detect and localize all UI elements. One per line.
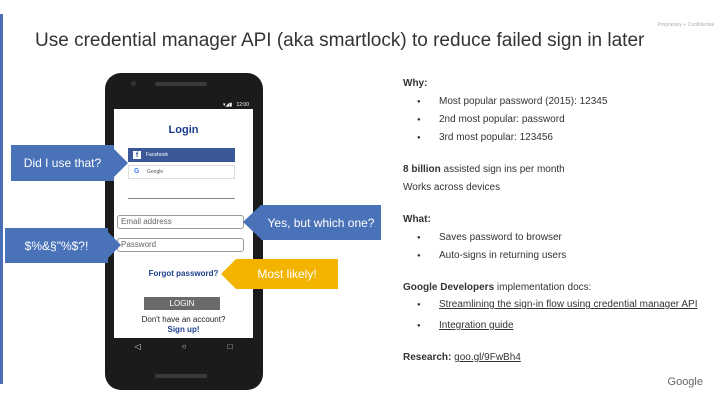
list-item: Auto-signs in returning users bbox=[403, 247, 713, 265]
phone-bottom-speaker bbox=[155, 374, 207, 378]
no-account-text: Don't have an account? bbox=[141, 315, 226, 324]
callout-did-i-use-text: Did I use that? bbox=[23, 156, 102, 170]
android-nav-bar: ◁ ○ □ bbox=[114, 338, 253, 354]
callout-most-likely: Most likely! bbox=[221, 259, 338, 289]
docs-list: Streamlining the sign-in flow using cred… bbox=[403, 297, 713, 335]
what-list: Saves password to browser Auto-signs in … bbox=[403, 229, 713, 265]
back-icon[interactable]: ◁ bbox=[135, 342, 141, 351]
password-field[interactable]: Password bbox=[117, 238, 244, 252]
facebook-icon: f bbox=[133, 151, 141, 159]
list-item: Saves password to browser bbox=[403, 229, 713, 247]
callout-most-likely-text: Most likely! bbox=[257, 267, 317, 281]
status-icons: ▾◢▮ bbox=[222, 102, 233, 108]
login-button[interactable]: LOGIN bbox=[144, 297, 220, 310]
why-heading: Why: bbox=[403, 78, 428, 89]
phone-camera bbox=[131, 81, 136, 86]
confidential-label: Proprietary + Confidential bbox=[657, 22, 714, 28]
list-item: 3rd most popular: 123456 bbox=[403, 129, 713, 147]
notes-column: Why: Most popular password (2015): 12345… bbox=[403, 75, 713, 367]
callout-garbled: $%&§"%$?! bbox=[5, 228, 121, 263]
list-item: Streamlining the sign-in flow using cred… bbox=[403, 297, 713, 313]
callout-garbled-text: $%&§"%$?! bbox=[24, 238, 89, 253]
left-accent-rule bbox=[0, 14, 3, 384]
signup-link[interactable]: Sign up! bbox=[114, 325, 253, 334]
home-icon[interactable]: ○ bbox=[182, 342, 187, 351]
research-line: Research: goo.gl/9FwBh4 bbox=[403, 352, 521, 363]
docs-line: Google Developers implementation docs: bbox=[403, 282, 592, 293]
research-link[interactable]: goo.gl/9FwBh4 bbox=[454, 352, 521, 363]
list-item: Most popular password (2015): 12345 bbox=[403, 93, 713, 111]
google-icon: G bbox=[134, 168, 140, 175]
facebook-signin-button[interactable]: f Facebook bbox=[128, 148, 235, 162]
doc-link-streamlining[interactable]: Streamlining the sign-in flow using cred… bbox=[439, 299, 697, 310]
recents-icon[interactable]: □ bbox=[228, 342, 233, 351]
divider bbox=[128, 198, 235, 199]
works-line: Works across devices bbox=[403, 182, 501, 193]
google-logo: Google bbox=[667, 376, 703, 388]
slide-title: Use credential manager API (aka smartloc… bbox=[35, 30, 645, 51]
billion-line: 8 billion assisted sign ins per month bbox=[403, 164, 565, 175]
list-item: Integration guide bbox=[403, 317, 713, 335]
callout-which-one: Yes, but which one? bbox=[243, 205, 381, 240]
google-signin-button[interactable]: G Google bbox=[128, 165, 235, 179]
login-title: Login bbox=[168, 124, 199, 136]
email-field[interactable]: Email address bbox=[117, 215, 244, 229]
phone-mockup: ▾◢▮ 12:00 Login f Facebook G Google Emai… bbox=[105, 73, 263, 390]
status-time: 12:00 bbox=[236, 102, 249, 108]
callout-which-one-text: Yes, but which one? bbox=[267, 215, 375, 230]
doc-link-integration[interactable]: Integration guide bbox=[439, 320, 514, 331]
status-bar: ▾◢▮ 12:00 bbox=[114, 101, 253, 109]
facebook-label: Facebook bbox=[146, 152, 168, 158]
what-heading: What: bbox=[403, 214, 431, 225]
phone-screen: ▾◢▮ 12:00 Login f Facebook G Google Emai… bbox=[114, 101, 253, 354]
why-list: Most popular password (2015): 12345 2nd … bbox=[403, 93, 713, 147]
list-item: 2nd most popular: password bbox=[403, 111, 713, 129]
google-label: Google bbox=[147, 169, 164, 175]
callout-did-i-use: Did I use that? bbox=[11, 145, 128, 181]
phone-speaker bbox=[155, 82, 207, 86]
